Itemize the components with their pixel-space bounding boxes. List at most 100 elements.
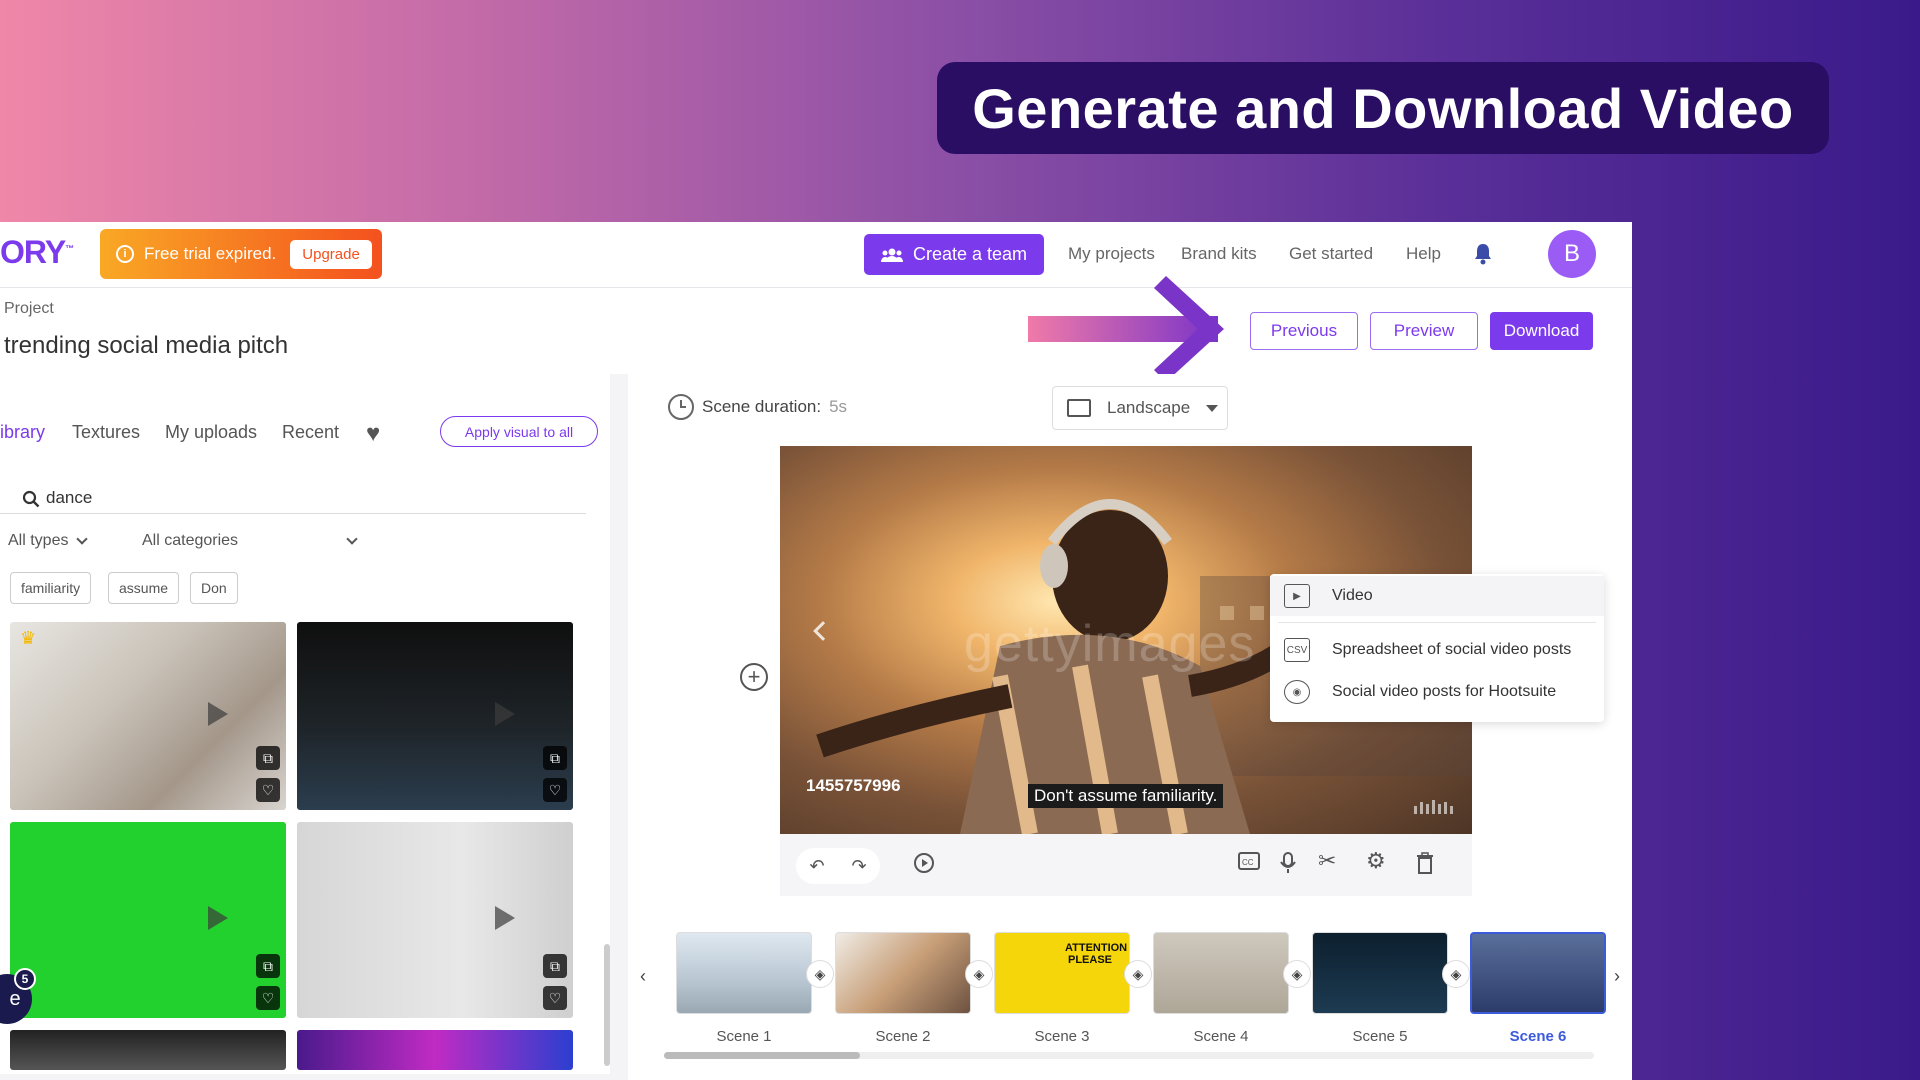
media-thumbnail[interactable]: ♛ ⧉ ♡ xyxy=(10,622,286,810)
add-scene-before-icon[interactable]: + xyxy=(740,663,768,691)
watermark-text: gettyimages xyxy=(964,615,1256,673)
media-thumbnail[interactable] xyxy=(297,1030,573,1070)
nav-get-started[interactable]: Get started xyxy=(1289,244,1373,264)
layers-icon[interactable]: ◈ xyxy=(806,960,834,988)
avatar[interactable]: B xyxy=(1548,230,1596,278)
team-icon xyxy=(880,248,903,262)
scene-duration-label: Scene duration: xyxy=(702,397,822,416)
scene-thumbnail-1[interactable] xyxy=(676,932,812,1014)
filter-types-label: All types xyxy=(8,532,69,549)
scene-thumbnail-4[interactable] xyxy=(1153,932,1289,1014)
project-title[interactable]: trending social media pitch xyxy=(4,332,288,360)
nav-my-projects[interactable]: My projects xyxy=(1068,244,1155,264)
search-icon xyxy=(22,490,40,508)
orientation-select[interactable]: Landscape xyxy=(1052,386,1228,430)
scene-label-3: Scene 3 xyxy=(1034,1028,1090,1045)
media-thumbnail[interactable]: ⧉ ♡ xyxy=(297,822,573,1018)
caret-down-icon xyxy=(1206,404,1219,412)
download-button[interactable]: Download xyxy=(1490,312,1593,350)
filter-categories-select[interactable]: All categories xyxy=(142,532,358,550)
nav-help[interactable]: Help xyxy=(1406,244,1441,264)
scenes-prev-icon[interactable]: ‹ xyxy=(640,966,646,987)
menu-item-label: Spreadsheet of social video posts xyxy=(1332,641,1572,658)
heart-icon[interactable]: ♡ xyxy=(543,778,567,802)
tab-my-uploads[interactable]: My uploads xyxy=(165,422,257,443)
microphone-icon[interactable] xyxy=(1280,852,1296,874)
scene-duration-value: 5s xyxy=(829,397,848,416)
play-icon xyxy=(208,906,228,930)
previous-button[interactable]: Previous xyxy=(1250,312,1358,350)
heart-icon[interactable]: ♡ xyxy=(256,986,280,1010)
logo[interactable]: ORY™ xyxy=(0,234,74,271)
scene-label-2: Scene 2 xyxy=(875,1028,931,1045)
app-window: ORY™ i Free trial expired. Upgrade Creat… xyxy=(0,222,1632,1080)
menu-item-video[interactable]: ▶ Video xyxy=(1270,576,1604,616)
logo-text: ORY xyxy=(0,234,66,270)
pointer-arrow-graphic xyxy=(1028,276,1224,382)
keyword-chip[interactable]: Don xyxy=(190,572,238,604)
scene-label-6: Scene 6 xyxy=(1509,1028,1567,1045)
play-icon xyxy=(208,702,228,726)
tab-library[interactable]: ibrary xyxy=(0,422,45,443)
layers-icon[interactable]: ◈ xyxy=(1283,960,1311,988)
layers-icon[interactable]: ◈ xyxy=(1124,960,1152,988)
layers-icon[interactable]: ◈ xyxy=(1442,960,1470,988)
tab-recent[interactable]: Recent xyxy=(282,422,339,443)
menu-item-hootsuite[interactable]: ◉ Social video posts for Hootsuite xyxy=(1270,672,1604,712)
scene-label-1: Scene 1 xyxy=(716,1028,772,1045)
scene-label-4: Scene 4 xyxy=(1193,1028,1249,1045)
scene-scrollbar[interactable] xyxy=(664,1052,860,1059)
favorites-heart-icon[interactable]: ♥ xyxy=(366,422,380,446)
create-team-button[interactable]: Create a team xyxy=(864,234,1044,275)
library-scrollbar[interactable] xyxy=(604,944,610,1066)
search-input[interactable] xyxy=(46,484,546,512)
filter-types-select[interactable]: All types xyxy=(8,532,89,550)
media-thumbnail[interactable]: ⧉ ♡ xyxy=(10,822,286,1018)
copy-icon[interactable]: ⧉ xyxy=(543,954,567,978)
heart-icon[interactable]: ♡ xyxy=(543,986,567,1010)
filter-categories-label: All categories xyxy=(142,532,239,549)
gear-icon[interactable]: ⚙ xyxy=(1366,850,1386,872)
scene-thumbnail-6[interactable] xyxy=(1470,932,1606,1014)
scissors-icon[interactable]: ✂ xyxy=(1318,850,1336,872)
nav-brand-kits[interactable]: Brand kits xyxy=(1181,244,1257,264)
media-thumbnail[interactable] xyxy=(10,1030,286,1070)
heart-icon[interactable]: ♡ xyxy=(256,778,280,802)
bell-icon[interactable] xyxy=(1472,242,1494,266)
apply-visual-to-all-button[interactable]: Apply visual to all xyxy=(440,416,598,447)
media-library-panel: ibrary Textures My uploads Recent ♥ Appl… xyxy=(0,374,610,1074)
scene-thumbnail-3[interactable]: ATTENTION PLEASE xyxy=(994,932,1130,1014)
menu-item-spreadsheet[interactable]: CSV Spreadsheet of social video posts xyxy=(1270,630,1604,670)
tab-textures[interactable]: Textures xyxy=(72,422,140,443)
clock-icon xyxy=(668,394,694,420)
scene-strip: ‹ › ATTENTION PLEASE ◈ ◈ ◈ ◈ ◈ Scene 1 S… xyxy=(640,932,1620,1072)
banner-title: Generate and Download Video xyxy=(972,76,1794,140)
preview-button[interactable]: Preview xyxy=(1370,312,1478,350)
copy-icon[interactable]: ⧉ xyxy=(543,746,567,770)
scene-thumbnail-2[interactable] xyxy=(835,932,971,1014)
caption-text[interactable]: Don't assume familiarity. xyxy=(1028,784,1224,808)
keyword-chip[interactable]: assume xyxy=(108,572,180,604)
scenes-next-icon[interactable]: › xyxy=(1614,966,1620,987)
copy-icon[interactable]: ⧉ xyxy=(256,954,280,978)
layers-icon[interactable]: ◈ xyxy=(965,960,993,988)
audio-wave-icon xyxy=(1414,800,1453,814)
redo-icon[interactable]: ↷ xyxy=(851,856,866,877)
trial-text: Free trial expired. xyxy=(144,244,277,263)
csv-icon: CSV xyxy=(1284,638,1310,662)
aspect-ratio-icon xyxy=(1067,399,1091,417)
media-thumbnail[interactable]: ⧉ ♡ xyxy=(297,622,573,810)
top-nav: ORY™ i Free trial expired. Upgrade Creat… xyxy=(0,222,1632,288)
play-scene-icon[interactable] xyxy=(913,852,935,874)
keyword-chip[interactable]: familiarity xyxy=(10,572,92,604)
undo-icon[interactable]: ↶ xyxy=(809,856,824,877)
scene-duration[interactable]: Scene duration: 5s xyxy=(668,394,847,420)
menu-item-label: Social video posts for Hootsuite xyxy=(1332,683,1557,700)
closed-captions-icon[interactable]: CC xyxy=(1238,852,1260,870)
trash-icon[interactable] xyxy=(1416,852,1434,874)
help-launcher-text: e xyxy=(9,987,21,1010)
upgrade-button[interactable]: Upgrade xyxy=(290,239,372,269)
menu-divider xyxy=(1278,622,1596,623)
scene-thumbnail-5[interactable] xyxy=(1312,932,1448,1014)
copy-icon[interactable]: ⧉ xyxy=(256,746,280,770)
